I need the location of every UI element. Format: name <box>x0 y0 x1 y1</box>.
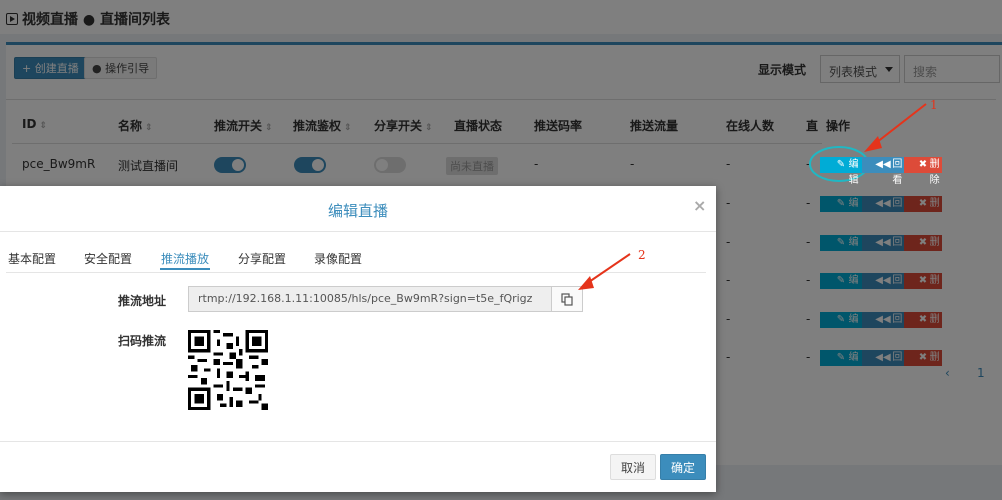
modal-header-divider <box>0 231 716 232</box>
modal-footer-divider <box>0 441 716 442</box>
modal-title: 编辑直播 <box>327 202 388 220</box>
tab-push-play[interactable]: 推流播放 <box>161 250 209 267</box>
close-icon[interactable]: × <box>693 196 706 215</box>
annotation-number-1: 1 <box>930 98 938 112</box>
edit-button[interactable]: ✎ 编辑 <box>820 157 862 186</box>
confirm-button[interactable]: 确定 <box>660 454 707 480</box>
tab-share[interactable]: 分享配置 <box>238 250 286 267</box>
annotation-arrow-2 <box>578 253 631 290</box>
push-url-label: 推流地址 <box>118 294 167 308</box>
push-url-field[interactable]: rtmp://192.168.1.11:10085/hls/pce_Bw9mR?… <box>188 286 552 312</box>
active-tab-indicator <box>160 268 210 270</box>
tab-security[interactable]: 安全配置 <box>84 250 132 267</box>
annotation-arrow-1 <box>864 103 927 152</box>
qr-code-icon <box>188 330 268 410</box>
annotation-number-2: 2 <box>638 248 646 262</box>
cancel-button[interactable]: 取消 <box>610 454 657 480</box>
qr-label: 扫码推流 <box>118 334 167 348</box>
tab-basic[interactable]: 基本配置 <box>8 250 56 267</box>
tab-record[interactable]: 录像配置 <box>314 250 362 267</box>
edit-live-modal: 编辑直播 × 基本配置 安全配置 推流播放 分享配置 录像配置 推流地址 rtm… <box>0 186 716 492</box>
